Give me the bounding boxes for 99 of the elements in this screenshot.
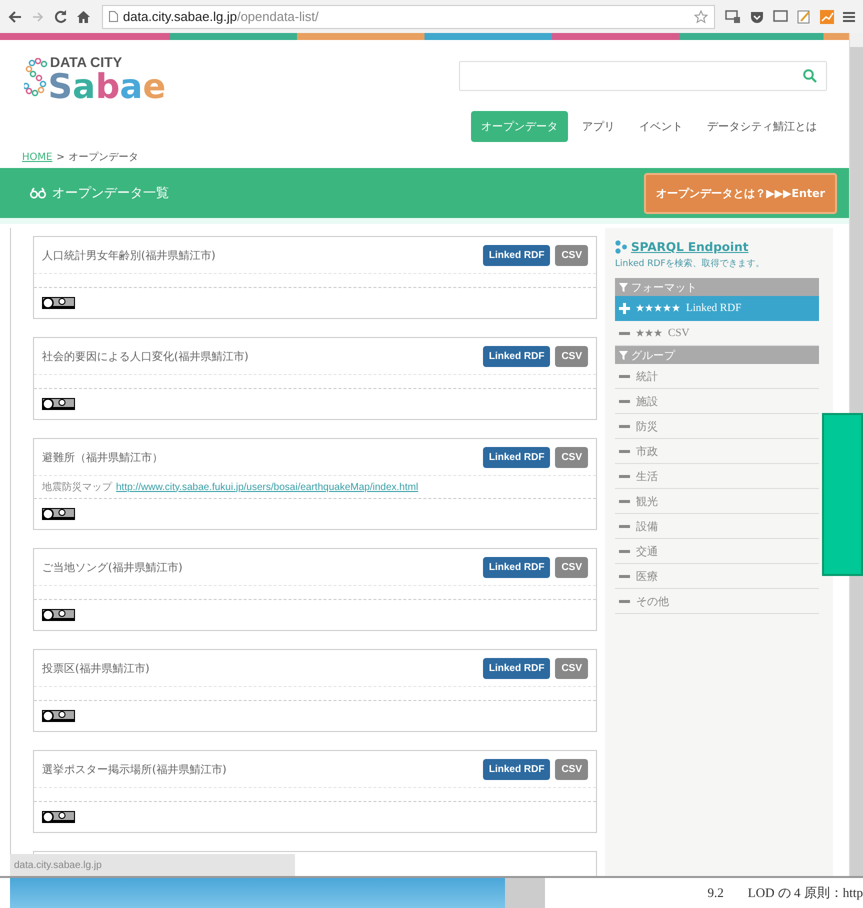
rdf-button[interactable]: Linked RDF bbox=[482, 556, 550, 578]
facet-item-label: 生活 bbox=[636, 470, 658, 484]
pocket-icon[interactable] bbox=[750, 10, 764, 24]
window-edge bbox=[505, 878, 545, 908]
facet-item-label: 統計 bbox=[636, 370, 658, 384]
facet-item[interactable]: 生活 bbox=[615, 464, 819, 489]
rdf-button[interactable]: Linked RDF bbox=[482, 446, 550, 468]
cc-license-icon[interactable] bbox=[42, 811, 75, 823]
filter-icon bbox=[619, 282, 628, 292]
cc-license-icon[interactable] bbox=[42, 398, 75, 410]
sparql-link[interactable]: SPARQL Endpoint bbox=[631, 240, 748, 254]
address-bar[interactable]: data.city.sabae.lg.jp/opendata-list/ bbox=[102, 4, 715, 28]
facet-item-label: その他 bbox=[636, 594, 669, 608]
rdf-button[interactable]: Linked RDF bbox=[482, 658, 550, 678]
cc-license-icon[interactable] bbox=[42, 609, 75, 621]
search-field[interactable] bbox=[459, 61, 828, 91]
search-icon[interactable] bbox=[803, 69, 818, 83]
nav-tab[interactable]: データシティ鯖江とは bbox=[697, 111, 828, 142]
dataset-title: ご当地ソング(福井県鯖江市) bbox=[42, 560, 183, 574]
home-icon[interactable] bbox=[77, 10, 90, 22]
logo-wordmark: Sabae bbox=[48, 70, 166, 104]
note-label: 地震防災マップ bbox=[42, 480, 112, 494]
facet-item[interactable]: 交通 bbox=[615, 539, 819, 564]
logo-caption: DATA CITY bbox=[50, 54, 124, 70]
csv-button[interactable]: CSV bbox=[555, 244, 588, 266]
back-icon[interactable] bbox=[8, 10, 22, 22]
plus-icon bbox=[619, 302, 630, 314]
breadcrumb-separator: > bbox=[56, 152, 65, 162]
nav-tab[interactable]: オープンデータ bbox=[471, 111, 568, 142]
minus-icon bbox=[619, 374, 630, 378]
csv-button[interactable]: CSV bbox=[555, 556, 588, 578]
facet-item-label: CSV bbox=[668, 327, 690, 339]
minus-icon bbox=[619, 524, 630, 528]
facet-item[interactable]: 市政 bbox=[615, 439, 819, 464]
facet-item-label: 交通 bbox=[636, 544, 658, 558]
facet-item-label: 市政 bbox=[636, 444, 658, 458]
facet-label: グループ bbox=[631, 348, 675, 362]
screen-icon[interactable] bbox=[773, 10, 788, 23]
csv-button[interactable]: CSV bbox=[555, 758, 588, 780]
page-title: オープンデータ一覧 bbox=[52, 185, 169, 202]
minus-icon bbox=[619, 600, 630, 602]
rdf-button[interactable]: Linked RDF bbox=[482, 346, 550, 366]
facet-item-label: 施設 bbox=[636, 394, 658, 408]
status-bubble: data.city.sabae.lg.jp bbox=[10, 854, 295, 876]
facet-label: フォーマット bbox=[631, 280, 697, 294]
cc-license-icon[interactable] bbox=[42, 508, 75, 520]
dataset-title: 避難所（福井県鯖江市） bbox=[42, 450, 163, 464]
minus-icon bbox=[619, 550, 630, 552]
section-heading: LOD の 4 原則：http bbox=[748, 884, 863, 902]
breadcrumb-current: オープンデータ bbox=[68, 150, 139, 164]
section-number: 9.2 bbox=[708, 885, 724, 901]
page-icon bbox=[109, 11, 118, 22]
nav-tab[interactable]: アプリ bbox=[572, 111, 626, 142]
minus-icon bbox=[619, 450, 630, 452]
dataset-title: 人口統計男女年齢別(福井県鯖江市) bbox=[42, 248, 216, 262]
minus-icon bbox=[619, 424, 630, 428]
note-icon[interactable] bbox=[797, 10, 811, 24]
facet-item-label: Linked RDF bbox=[686, 302, 742, 314]
dataset-title: 社会的要因による人口変化(福井県鯖江市) bbox=[42, 348, 249, 364]
nodes-icon bbox=[615, 240, 627, 254]
minus-icon bbox=[619, 332, 630, 334]
facet-item-label: 防災 bbox=[636, 420, 658, 434]
facet-item[interactable]: 統計 bbox=[615, 364, 819, 389]
url-text: data.city.sabae.lg.jp/opendata-list/ bbox=[123, 9, 320, 24]
chain-logo-icon bbox=[24, 58, 50, 98]
facet-item[interactable]: 施設 bbox=[615, 389, 819, 414]
facet-item-label: 設備 bbox=[636, 520, 658, 534]
rdf-button[interactable]: Linked RDF bbox=[482, 758, 550, 780]
facet-item[interactable]: Linked RDF bbox=[615, 296, 819, 321]
facet-item[interactable]: 防災 bbox=[615, 414, 819, 439]
facet-item[interactable]: 観光 bbox=[615, 489, 819, 514]
facet-item-label: 医療 bbox=[636, 570, 658, 584]
csv-button[interactable]: CSV bbox=[555, 658, 588, 678]
cc-license-icon[interactable] bbox=[42, 710, 75, 722]
cast-icon[interactable] bbox=[725, 10, 741, 24]
csv-button[interactable]: CSV bbox=[555, 346, 588, 366]
enter-button[interactable]: オープンデータとは？▶▶▶Enter bbox=[644, 172, 838, 214]
glasses-icon bbox=[30, 187, 46, 199]
csv-button[interactable]: CSV bbox=[555, 446, 588, 468]
dataset-title: 選挙ポスター掲示場所(福井県鯖江市) bbox=[42, 762, 227, 776]
rdf-button[interactable]: Linked RDF bbox=[482, 244, 550, 266]
dataset-title: 投票区(福井県鯖江市) bbox=[42, 660, 150, 676]
filter-icon bbox=[619, 350, 628, 360]
minus-icon bbox=[619, 474, 630, 478]
minus-icon bbox=[619, 574, 630, 578]
facet-item-label: 観光 bbox=[636, 494, 658, 508]
cc-license-icon[interactable] bbox=[42, 297, 75, 309]
facet-item[interactable]: 医療 bbox=[615, 564, 819, 589]
breadcrumb-link[interactable]: HOME bbox=[22, 152, 52, 162]
minus-icon bbox=[619, 400, 630, 402]
star-icon[interactable] bbox=[694, 10, 708, 24]
map-link[interactable]: http://www.city.sabae.fukui.jp/users/bosai/earthquakeMap/index.html bbox=[116, 482, 418, 492]
sparql-description: Linked RDFを検索、取得できます。 bbox=[615, 258, 766, 270]
menu-icon[interactable] bbox=[843, 10, 855, 22]
facet-item[interactable]: その他 bbox=[615, 589, 819, 614]
reload-icon[interactable] bbox=[54, 10, 67, 23]
minus-icon bbox=[619, 500, 630, 502]
facet-item[interactable]: 設備 bbox=[615, 514, 819, 539]
nav-tab[interactable]: イベント bbox=[629, 111, 694, 142]
